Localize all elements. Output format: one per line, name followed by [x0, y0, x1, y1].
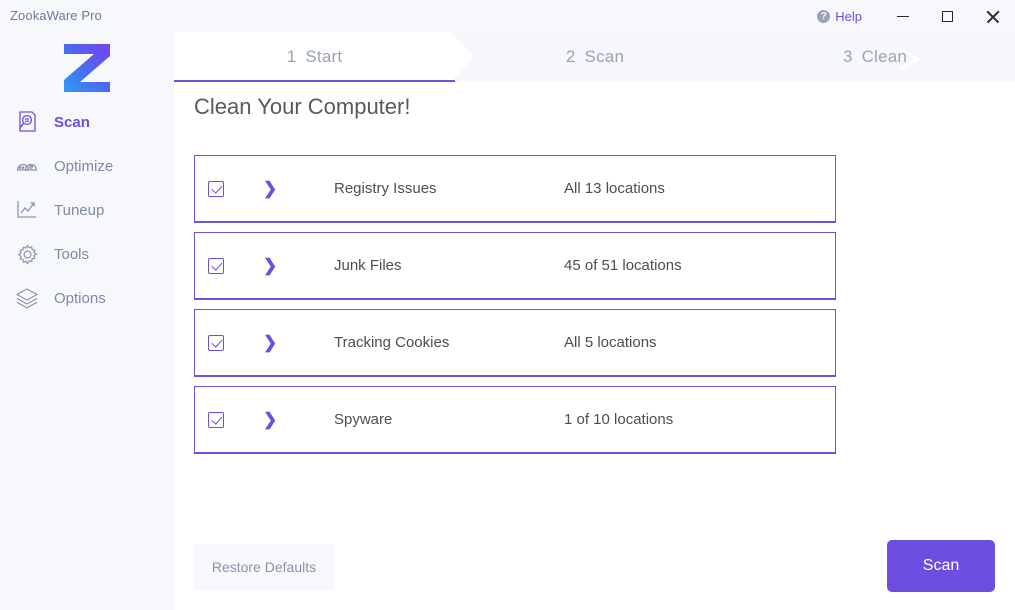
main-content: 1 Start 2 Scan 3 Clean Clean Your Comput… — [174, 32, 1015, 610]
document-search-icon — [14, 109, 40, 135]
sidebar-item-scan[interactable]: Scan — [0, 100, 174, 144]
app-window: ZookaWare Pro ? Help Scan Optimize Tuneu… — [0, 0, 1015, 610]
row-checkbox[interactable] — [208, 257, 224, 274]
line-chart-icon — [14, 197, 40, 223]
row-category-name: Registry Issues — [334, 180, 437, 197]
table-row[interactable]: ❯ Tracking Cookies All 5 locations — [194, 309, 836, 377]
step-label: Start — [305, 47, 343, 66]
title-bar: ZookaWare Pro ? Help — [0, 0, 1015, 32]
chevron-right-icon[interactable]: ❯ — [263, 334, 279, 351]
step-tab-start[interactable]: 1 Start — [174, 32, 455, 82]
row-locations: All 13 locations — [564, 180, 665, 197]
step-label: Scan — [584, 47, 625, 66]
scan-button[interactable]: Scan — [887, 540, 995, 592]
chevron-right-icon[interactable]: ❯ — [263, 411, 279, 428]
maximize-icon — [942, 10, 953, 22]
table-row[interactable]: ❯ Registry Issues All 13 locations — [194, 155, 836, 223]
step-tab-clean[interactable]: 3 Clean — [735, 32, 1015, 82]
zookaware-z-logo-icon — [64, 44, 110, 92]
gauges-icon — [14, 153, 40, 179]
layers-icon — [14, 285, 40, 311]
sidebar-nav: Scan Optimize Tuneup Tools Options — [0, 100, 174, 320]
app-logo — [0, 32, 174, 96]
row-checkbox[interactable] — [208, 411, 224, 428]
sidebar-item-options[interactable]: Options — [0, 276, 174, 320]
step-label: Clean — [861, 47, 908, 66]
close-button[interactable] — [970, 0, 1015, 32]
window-controls: ? Help — [817, 0, 1015, 32]
restore-defaults-button[interactable]: Restore Defaults — [194, 544, 334, 590]
step-tab-scan[interactable]: 2 Scan — [455, 32, 735, 82]
sidebar-item-tools[interactable]: Tools — [0, 232, 174, 276]
chevron-right-icon[interactable]: ❯ — [263, 257, 279, 274]
step-number: 3 — [842, 47, 853, 66]
chevron-right-icon[interactable]: ❯ — [263, 180, 279, 197]
row-category-name: Spyware — [334, 411, 393, 428]
sidebar-item-label: Tuneup — [54, 201, 105, 219]
sidebar-item-label: Scan — [54, 113, 90, 131]
page-title: Clean Your Computer! — [194, 94, 411, 119]
row-locations: All 5 locations — [564, 334, 657, 351]
row-locations: 45 of 51 locations — [564, 257, 682, 274]
table-row[interactable]: ❯ Junk Files 45 of 51 locations — [194, 232, 836, 300]
sidebar-item-label: Tools — [54, 245, 90, 263]
step-number: 1 — [286, 47, 297, 66]
close-icon — [986, 10, 999, 23]
sidebar-item-label: Options — [54, 289, 106, 307]
row-locations: 1 of 10 locations — [564, 411, 674, 428]
table-row[interactable]: ❯ Spyware 1 of 10 locations — [194, 386, 836, 454]
sidebar-item-label: Optimize — [54, 157, 114, 175]
step-number: 2 — [565, 47, 576, 66]
help-label: Help — [835, 8, 862, 24]
minimize-icon — [896, 15, 909, 17]
app-title: ZookaWare Pro — [10, 8, 102, 23]
row-category-name: Junk Files — [334, 257, 402, 274]
maximize-button[interactable] — [925, 0, 970, 32]
minimize-button[interactable] — [880, 0, 925, 32]
row-checkbox[interactable] — [208, 334, 224, 351]
step-wizard: 1 Start 2 Scan 3 Clean — [174, 32, 1015, 82]
question-circle-icon: ? — [817, 9, 831, 23]
row-category-name: Tracking Cookies — [334, 334, 450, 351]
sidebar-item-tuneup[interactable]: Tuneup — [0, 188, 174, 232]
help-button[interactable]: ? Help — [817, 9, 862, 24]
sidebar: Scan Optimize Tuneup Tools Options — [0, 32, 174, 610]
row-checkbox[interactable] — [208, 180, 224, 197]
sidebar-item-optimize[interactable]: Optimize — [0, 144, 174, 188]
scan-categories-list: ❯ Registry Issues All 13 locations ❯ Jun… — [194, 155, 836, 463]
gear-icon — [14, 241, 40, 267]
